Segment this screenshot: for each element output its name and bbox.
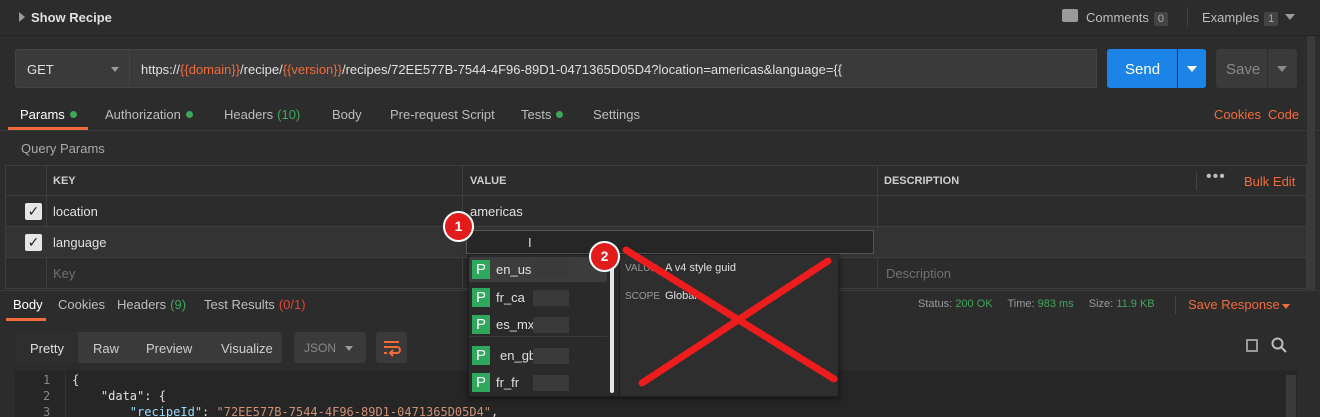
bulk-edit-link[interactable]: Bulk Edit	[1244, 174, 1295, 189]
tab-authorization[interactable]: Authorization	[105, 107, 193, 122]
save-response-button[interactable]: Save Response	[1188, 297, 1280, 312]
response-tab-test-results[interactable]: Test Results (0/1)	[204, 297, 306, 312]
status-value: 200 OK	[955, 298, 993, 310]
param-row: ✓ location americas	[6, 196, 1306, 227]
chevron-down-icon	[111, 67, 119, 72]
more-options-icon[interactable]: •••	[1206, 168, 1226, 186]
title-bar: Show Recipe Comments 0 Examples 1	[0, 0, 1320, 36]
view-preview-button[interactable]: Preview	[146, 341, 192, 356]
save-button[interactable]: Save	[1216, 49, 1267, 88]
param-checkbox[interactable]: ✓	[25, 203, 42, 220]
params-header-row: KEY VALUE DESCRIPTION ••• Bulk Edit	[6, 166, 1306, 196]
url-variable: {{domain}}	[180, 62, 241, 77]
param-checkbox[interactable]: ✓	[25, 234, 42, 251]
send-options-button[interactable]	[1178, 49, 1206, 88]
search-icon[interactable]	[1271, 337, 1287, 353]
save-options-button[interactable]	[1268, 49, 1297, 88]
url-segment: /recipe/	[240, 62, 283, 77]
variable-badge: P	[472, 260, 490, 279]
description-column-header: DESCRIPTION	[884, 175, 960, 187]
text-cursor-icon: I	[528, 235, 532, 250]
query-params-title: Query Params	[21, 141, 105, 156]
status-dot	[185, 111, 193, 119]
autocomplete-scrollbar[interactable]	[610, 259, 614, 393]
chevron-down-icon	[1187, 66, 1197, 72]
response-tab-body[interactable]: Body	[13, 297, 43, 312]
tab-settings[interactable]: Settings	[593, 107, 640, 122]
variable-badge: P	[472, 315, 490, 334]
code-link[interactable]: Code	[1268, 107, 1299, 122]
autocomplete-item[interactable]: P en_us	[469, 257, 607, 282]
variable-badge: P	[472, 346, 490, 365]
chevron-down-icon	[345, 346, 353, 351]
method-select[interactable]: GET	[15, 49, 130, 88]
code-line: 3 "recipeId": "72EE577B-7544-4F96-89D1-0…	[43, 405, 499, 417]
key-column-header: KEY	[53, 175, 76, 187]
chevron-down-icon[interactable]	[1285, 14, 1295, 20]
chevron-down-icon[interactable]	[1282, 304, 1290, 309]
response-meta: Status: 200 OK Time: 983 ms Size: 11.9 K…	[918, 298, 1155, 310]
url-text: https://{{domain}}/recipe/{{version}}/re…	[141, 62, 842, 77]
autocomplete-item[interactable]: P fr_fr	[469, 370, 607, 395]
wrap-lines-button[interactable]	[376, 332, 407, 363]
status-dot	[69, 111, 77, 119]
tab-body[interactable]: Body	[332, 107, 362, 122]
cookies-link[interactable]: Cookies	[1214, 107, 1261, 122]
wrap-icon	[384, 341, 401, 357]
send-button[interactable]: Send	[1107, 49, 1177, 88]
variable-badge: P	[472, 373, 490, 392]
url-variable: {{version}}	[282, 62, 342, 77]
view-visualize-button[interactable]: Visualize	[221, 341, 273, 356]
annotation-marker-2: 2	[589, 241, 620, 272]
status-dot	[556, 111, 564, 119]
url-segment: /recipes/72EE577B-7544-4F96-89D1-0471365…	[341, 62, 843, 77]
tab-tests[interactable]: Tests	[521, 107, 564, 122]
description-placeholder[interactable]: Description	[886, 266, 951, 281]
autocomplete-item[interactable]: P es_mx	[469, 312, 607, 337]
chevron-down-icon	[1277, 66, 1287, 72]
url-input[interactable]: https://{{domain}}/recipe/{{version}}/re…	[130, 49, 1097, 88]
scrollbar[interactable]	[1307, 36, 1315, 291]
tab-headers[interactable]: Headers (10)	[224, 107, 300, 122]
view-mode-group: Pretty Raw Preview Visualize	[15, 332, 282, 363]
response-tab-cookies[interactable]: Cookies	[58, 297, 105, 312]
autocomplete-item[interactable]: P fr_ca	[469, 285, 607, 310]
value-column-header: VALUE	[470, 175, 507, 187]
request-title[interactable]: Show Recipe	[31, 10, 112, 25]
response-tab-headers[interactable]: Headers (9)	[117, 297, 186, 312]
param-value[interactable]: americas	[470, 204, 523, 219]
key-placeholder[interactable]: Key	[53, 266, 75, 281]
tab-params[interactable]: Params	[20, 107, 77, 122]
variable-badge: P	[472, 288, 490, 307]
param-key[interactable]: language	[53, 235, 107, 250]
comments-icon[interactable]	[1062, 9, 1078, 22]
comments-count: 0	[1153, 12, 1168, 26]
comments-label[interactable]: Comments 0	[1086, 10, 1168, 26]
examples-dropdown[interactable]: Examples 1	[1202, 10, 1279, 26]
copy-icon[interactable]	[1246, 339, 1258, 352]
method-label: GET	[27, 62, 54, 77]
param-key[interactable]: location	[53, 204, 98, 219]
format-select[interactable]: JSON	[294, 332, 366, 363]
body-tab-underline	[6, 318, 46, 321]
time-value: 983 ms	[1037, 298, 1074, 310]
red-cross-annotation	[622, 246, 838, 387]
size-value: 11.9 KB	[1116, 298, 1155, 310]
annotation-marker-1: 1	[443, 211, 474, 242]
examples-count: 1	[1264, 12, 1279, 26]
autocomplete-item[interactable]: P en_gb	[469, 343, 607, 368]
response-scrollbar[interactable]	[1286, 375, 1296, 417]
caret-right-icon[interactable]	[19, 12, 25, 22]
url-segment: https://	[141, 62, 181, 77]
tab-pre-request-script[interactable]: Pre-request Script	[390, 107, 495, 122]
view-raw-button[interactable]: Raw	[93, 341, 119, 356]
autocomplete-list: P en_us P fr_ca P es_mx P en_gb P fr_fr	[469, 255, 619, 396]
